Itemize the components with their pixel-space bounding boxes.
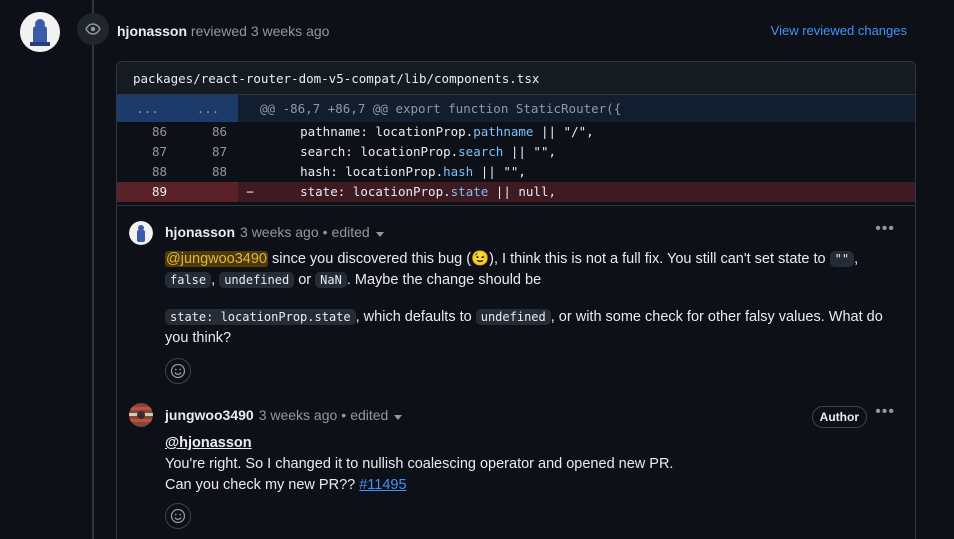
file-path[interactable]: packages/react-router-dom-v5-compat/lib/… [117, 62, 915, 95]
review-time[interactable]: 3 weeks ago [251, 23, 330, 39]
new-line-number[interactable]: 86 [178, 122, 238, 142]
old-line-number[interactable]: 89 [117, 182, 178, 202]
code-line: state: locationProp.state || null, [300, 184, 557, 199]
timeline-line [92, 0, 94, 539]
emoji: 😉 [471, 251, 490, 267]
user-mention[interactable]: @hjonasson [165, 435, 252, 451]
hunk-expand-right[interactable]: ... [178, 95, 238, 122]
pr-link[interactable]: #11495 [359, 477, 406, 493]
commenter-avatar[interactable] [129, 403, 153, 427]
hunk-header: @@ -86,7 +86,7 @@ export function Static… [260, 101, 622, 116]
deletion-sign: − [246, 184, 254, 199]
comment-time[interactable]: 3 weeks ago [259, 405, 338, 425]
old-line-number[interactable]: 88 [117, 162, 178, 182]
diff-line-deleted: 89 − state: locationProp.state || null, [117, 182, 915, 202]
inline-code: "" [829, 251, 855, 267]
inline-code: NaN [315, 272, 347, 288]
commenter-avatar[interactable] [129, 221, 153, 245]
kebab-icon[interactable]: ••• [875, 220, 895, 238]
comments-list: hjonasson 3 weeks ago • edited ••• @jung… [117, 205, 915, 529]
view-reviewed-changes-link[interactable]: View reviewed changes [771, 21, 907, 41]
chevron-down-icon [394, 415, 403, 420]
inline-code: undefined [475, 309, 551, 325]
review-header: hjonasson reviewed 3 weeks ago [117, 21, 329, 41]
new-line-number[interactable]: 88 [178, 162, 238, 182]
diff-view: ... ... @@ -86,7 +86,7 @@ export functio… [117, 95, 915, 202]
new-line-number[interactable] [178, 182, 238, 202]
kebab-icon[interactable]: ••• [875, 403, 895, 421]
reviewer-avatar[interactable] [20, 12, 60, 52]
comment-header: hjonasson 3 weeks ago • edited [165, 222, 384, 242]
review-author[interactable]: hjonasson [117, 23, 187, 39]
edited-dropdown[interactable]: edited [350, 405, 403, 425]
code-line: search: locationProp.search || "", [300, 144, 556, 159]
comment-body-paragraph: state: locationProp.state, which default… [165, 309, 883, 346]
diff-line: 86 86 pathname: locationProp.pathname ||… [117, 122, 915, 142]
code-line: pathname: locationProp.pathname || "/", [300, 124, 594, 139]
hunk-row: ... ... @@ -86,7 +86,7 @@ export functio… [117, 95, 915, 122]
review-action: reviewed [190, 23, 247, 39]
comment-header: jungwoo3490 3 weeks ago • edited [165, 405, 403, 425]
eye-icon [77, 13, 109, 45]
review-thread-card: packages/react-router-dom-v5-compat/lib/… [116, 61, 916, 539]
comment-body: @jungwoo3490 since you discovered this b… [165, 251, 859, 288]
diff-line: 87 87 search: locationProp.search || "", [117, 142, 915, 162]
hunk-expand-left[interactable]: ... [117, 95, 178, 122]
smiley-icon[interactable] [165, 503, 191, 529]
old-line-number[interactable]: 87 [117, 142, 178, 162]
edited-dropdown[interactable]: edited [332, 222, 384, 242]
comment-body: @hjonasson You're right. So I changed it… [165, 435, 674, 493]
inline-code: false [165, 272, 212, 288]
new-line-number[interactable]: 87 [178, 142, 238, 162]
comment-author[interactable]: hjonasson [165, 222, 235, 242]
old-line-number[interactable]: 86 [117, 122, 178, 142]
inline-code: undefined [219, 272, 295, 288]
inline-code: state: locationProp.state [165, 309, 356, 325]
chevron-down-icon [375, 232, 384, 237]
comment-author[interactable]: jungwoo3490 [165, 405, 254, 425]
diff-line: 88 88 hash: locationProp.hash || "", [117, 162, 915, 182]
comment-time[interactable]: 3 weeks ago [240, 222, 319, 242]
smiley-icon[interactable] [165, 358, 191, 384]
author-badge: Author [811, 406, 867, 428]
code-line: hash: locationProp.hash || "", [300, 164, 526, 179]
user-mention[interactable]: @jungwoo3490 [165, 251, 268, 267]
